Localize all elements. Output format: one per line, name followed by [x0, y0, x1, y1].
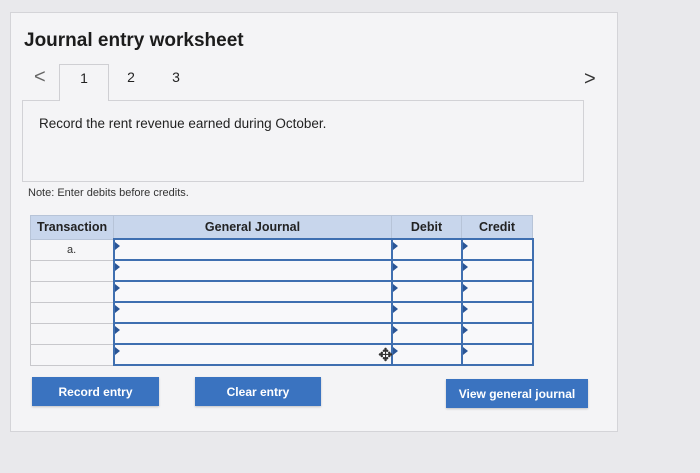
journal-table: Transaction General Journal Debit Credit…: [30, 215, 534, 366]
chevron-left-icon[interactable]: <: [34, 66, 46, 89]
credit-input[interactable]: [460, 343, 534, 366]
column-header-transaction: Transaction: [30, 215, 114, 240]
column-header-debit: Debit: [391, 215, 462, 240]
chevron-right-icon[interactable]: >: [584, 68, 596, 91]
view-general-journal-button[interactable]: View general journal: [446, 379, 588, 408]
table-row: a.: [30, 238, 534, 261]
tab-1[interactable]: 1: [59, 64, 109, 101]
column-header-general-journal: General Journal: [113, 215, 392, 240]
instruction-text: Record the rent revenue earned during Oc…: [39, 116, 327, 131]
debit-input[interactable]: [390, 238, 463, 261]
table-row: [30, 280, 534, 303]
credit-input[interactable]: [460, 280, 534, 303]
credit-input[interactable]: [460, 238, 534, 261]
account-input[interactable]: [112, 343, 393, 366]
transaction-cell: [30, 259, 114, 282]
transaction-cell: [30, 280, 114, 303]
credit-input[interactable]: [460, 322, 534, 345]
move-cursor-icon: ✥: [378, 345, 394, 365]
debit-input[interactable]: [390, 343, 463, 366]
account-input[interactable]: [112, 322, 393, 345]
account-input[interactable]: [112, 301, 393, 324]
debit-input[interactable]: [390, 301, 463, 324]
debit-input[interactable]: [390, 322, 463, 345]
column-header-credit: Credit: [461, 215, 533, 240]
transaction-cell: [30, 301, 114, 324]
page-title: Journal entry worksheet: [24, 30, 244, 51]
tab-3[interactable]: 3: [153, 64, 199, 100]
account-input[interactable]: [112, 238, 393, 261]
account-input[interactable]: [112, 280, 393, 303]
record-entry-button[interactable]: Record entry: [32, 377, 159, 406]
instruction-box: [22, 100, 584, 182]
table-row: [30, 301, 534, 324]
table-row: [30, 322, 534, 345]
transaction-cell: a.: [30, 238, 114, 261]
credit-input[interactable]: [460, 259, 534, 282]
tab-2[interactable]: 2: [108, 64, 154, 100]
table-row: [30, 343, 534, 366]
note-text: Note: Enter debits before credits.: [28, 187, 189, 199]
debit-input[interactable]: [390, 259, 463, 282]
table-row: [30, 259, 534, 282]
clear-entry-button[interactable]: Clear entry: [195, 377, 321, 406]
transaction-cell: [30, 343, 114, 366]
account-input[interactable]: [112, 259, 393, 282]
debit-input[interactable]: [390, 280, 463, 303]
transaction-cell: [30, 322, 114, 345]
credit-input[interactable]: [460, 301, 534, 324]
